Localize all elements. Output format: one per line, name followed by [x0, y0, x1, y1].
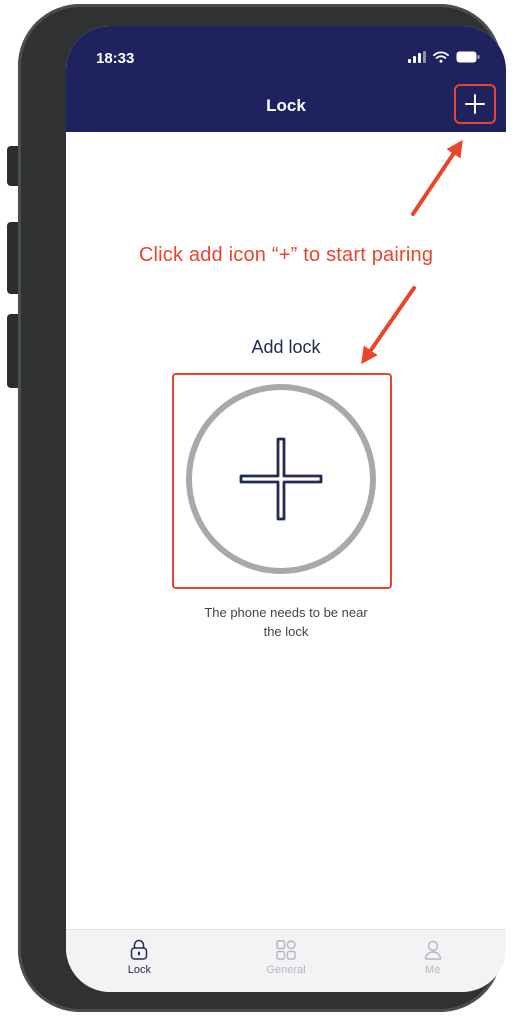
plus-icon [465, 94, 485, 114]
phone-frame: 18:33 Lock Click add icon “+” to start p… [18, 4, 506, 1012]
add-lock-label: Add lock [251, 337, 321, 357]
hint-line-2: the lock [263, 624, 309, 639]
nav-header: 18:33 Lock [66, 26, 506, 132]
grid-icon [276, 940, 296, 960]
tab-label-lock: Lock [127, 964, 151, 976]
pairing-instruction: Click add icon “+” to start pairing [138, 244, 434, 266]
status-time: 18:33 [96, 50, 135, 67]
app-screen: 18:33 Lock Click add icon “+” to start p… [66, 26, 506, 992]
tab-lock[interactable]: Lock [66, 930, 213, 992]
add-lock-highlight [172, 373, 392, 589]
wifi-icon [433, 51, 449, 63]
screenshot-stage: 18:33 Lock Click add icon “+” to start p… [0, 0, 514, 1019]
status-icons [408, 51, 480, 63]
tab-me[interactable]: Me [359, 930, 506, 992]
cellular-signal-icon [408, 51, 426, 63]
lock-icon [131, 939, 148, 960]
page-title: Lock [266, 96, 306, 115]
tab-general[interactable]: General [213, 930, 360, 992]
arrow-to-add-button [411, 139, 463, 216]
proximity-hint: The phone needs to be near the lock [166, 603, 406, 641]
tab-label-me: Me [425, 964, 441, 976]
battery-icon [456, 51, 480, 63]
add-device-button[interactable] [454, 84, 496, 124]
person-icon [424, 940, 441, 960]
circle-plus-icon[interactable] [174, 375, 389, 586]
hint-line-1: The phone needs to be near [204, 605, 368, 620]
bottom-tab-bar: Lock General Me [66, 929, 506, 992]
tab-label-general: General [266, 964, 306, 976]
